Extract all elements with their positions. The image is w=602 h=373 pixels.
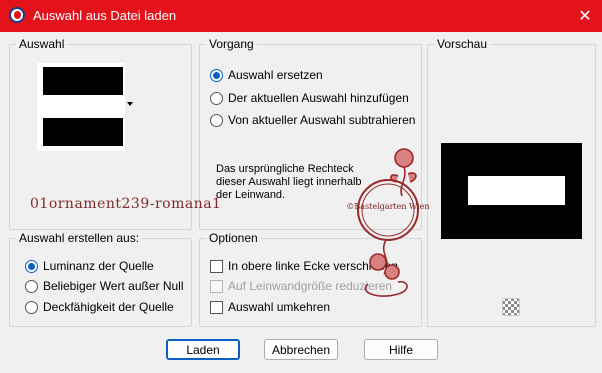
help-button[interactable]: Hilfe bbox=[364, 339, 438, 360]
app-icon bbox=[9, 7, 25, 23]
window-title: Auswahl aus Datei laden bbox=[33, 8, 177, 23]
radio-icon[interactable] bbox=[25, 300, 38, 314]
radio-label: Beliebiger Wert außer Null bbox=[43, 279, 184, 293]
group-label-vorschau: Vorschau bbox=[434, 37, 491, 51]
preview-selection bbox=[468, 176, 565, 205]
radio-selected-icon[interactable] bbox=[210, 68, 223, 82]
radio-auswahl-subtrahieren[interactable]: Von aktueller Auswahl subtrahieren bbox=[210, 113, 415, 127]
radio-label: Von aktueller Auswahl subtrahieren bbox=[228, 113, 416, 127]
load-button[interactable]: Laden bbox=[166, 339, 240, 360]
group-label-auswahl: Auswahl bbox=[16, 37, 68, 51]
radio-label: Der aktuellen Auswahl hinzufügen bbox=[228, 91, 409, 105]
radio-auswahl-ersetzen[interactable]: Auswahl ersetzen bbox=[210, 68, 323, 82]
group-vorschau: Vorschau bbox=[427, 37, 596, 327]
radio-icon[interactable] bbox=[210, 113, 223, 127]
radio-deckfaehigkeit[interactable]: Deckfähigkeit der Quelle bbox=[25, 300, 174, 314]
checkbox-icon[interactable] bbox=[210, 300, 223, 314]
group-label-optionen: Optionen bbox=[206, 231, 261, 245]
radio-auswahl-hinzufuegen[interactable]: Der aktuellen Auswahl hinzufügen bbox=[210, 91, 409, 105]
radio-luminanz[interactable]: Luminanz der Quelle bbox=[25, 259, 154, 273]
radio-selected-icon[interactable] bbox=[25, 259, 38, 273]
stamp-text: ©Bastelgarten Wien bbox=[346, 202, 429, 211]
chevron-down-icon[interactable] bbox=[127, 102, 133, 106]
radio-label: Luminanz der Quelle bbox=[43, 259, 154, 273]
transparency-checker-icon[interactable] bbox=[502, 298, 520, 316]
radio-label: Auswahl ersetzen bbox=[228, 68, 323, 82]
title-bar: Auswahl aus Datei laden ✕ bbox=[0, 0, 602, 32]
radio-label: Deckfähigkeit der Quelle bbox=[43, 300, 174, 314]
selection-thumb-bar-top bbox=[43, 67, 123, 95]
cancel-button[interactable]: Abbrechen bbox=[264, 339, 338, 360]
checkbox-auswahl-umkehren[interactable]: Auswahl umkehren bbox=[210, 300, 330, 314]
checkbox-icon bbox=[210, 279, 223, 293]
bastelgarten-stamp-icon: ©Bastelgarten Wien bbox=[346, 148, 430, 297]
checkbox-label: Auswahl umkehren bbox=[228, 300, 331, 314]
close-button[interactable]: ✕ bbox=[568, 0, 602, 32]
group-label-erstellen: Auswahl erstellen aus: bbox=[16, 231, 143, 245]
selection-file-picker[interactable] bbox=[37, 63, 125, 151]
preview-canvas bbox=[441, 143, 582, 239]
radio-beliebiger-wert[interactable]: Beliebiger Wert außer Null bbox=[25, 279, 184, 293]
radio-icon[interactable] bbox=[210, 91, 223, 105]
watermark-text: 01ornament239-romana1 bbox=[30, 196, 222, 212]
group-label-vorgang: Vorgang bbox=[206, 37, 257, 51]
radio-icon[interactable] bbox=[25, 279, 38, 293]
checkbox-icon[interactable] bbox=[210, 259, 223, 273]
selection-thumb-bar-bottom bbox=[43, 118, 123, 146]
